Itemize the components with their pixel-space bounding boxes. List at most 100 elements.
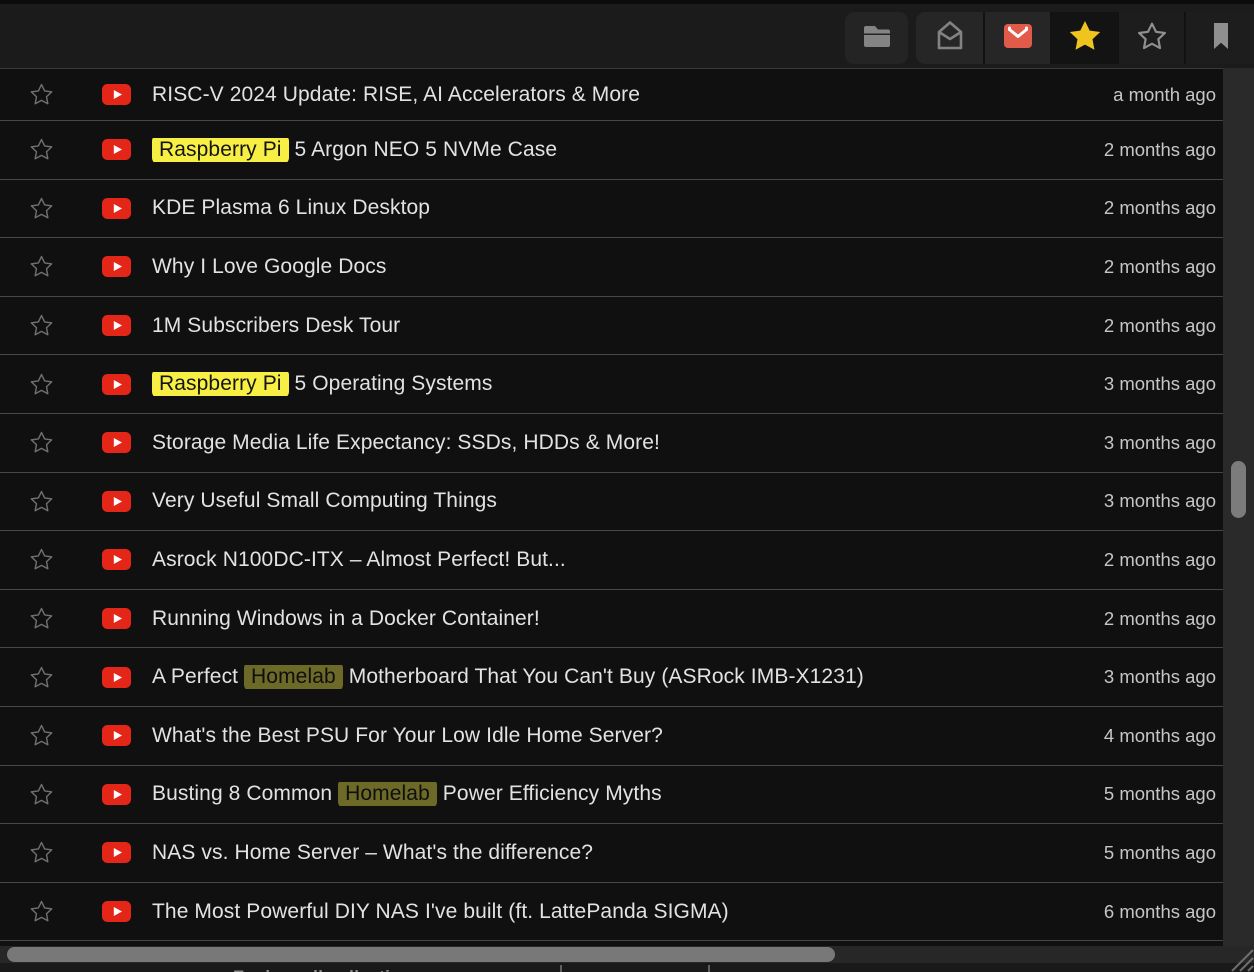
folder-filter-button[interactable] bbox=[845, 12, 908, 64]
youtube-icon bbox=[102, 84, 131, 105]
star-filled-icon bbox=[1066, 17, 1104, 60]
article-title: NAS vs. Home Server – What's the differe… bbox=[152, 841, 593, 865]
star-toggle-icon[interactable] bbox=[28, 195, 55, 222]
article-row[interactable]: A Perfect Homelab Motherboard That You C… bbox=[0, 648, 1223, 707]
explore-collections-link[interactable]: Explore all collections bbox=[233, 967, 422, 972]
article-timestamp: 3 months ago bbox=[1104, 490, 1223, 512]
filter-toolbar bbox=[0, 4, 1254, 68]
star-toggle-icon[interactable] bbox=[28, 781, 55, 808]
occluded-divider bbox=[708, 965, 710, 972]
article-title: 1M Subscribers Desk Tour bbox=[152, 314, 400, 338]
article-title: Busting 8 Common Homelab Power Efficienc… bbox=[152, 782, 662, 806]
feed-reader-window: RISC-V 2024 Update: RISE, AI Accelerator… bbox=[0, 0, 1254, 972]
horizontal-scrollbar-track[interactable] bbox=[0, 946, 1254, 963]
article-row[interactable]: Raspberry Pi 5 Operating Systems 3 month… bbox=[0, 355, 1223, 414]
article-title: Raspberry Pi 5 Operating Systems bbox=[152, 372, 493, 396]
unread-filter-button[interactable] bbox=[983, 12, 1050, 64]
article-timestamp: 5 months ago bbox=[1104, 783, 1223, 805]
youtube-icon bbox=[102, 725, 131, 746]
article-title: Asrock N100DC-ITX – Almost Perfect! But.… bbox=[152, 548, 566, 572]
unstarred-filter-button[interactable] bbox=[1117, 12, 1184, 64]
search-highlight-olive: Homelab bbox=[338, 782, 437, 806]
star-toggle-icon[interactable] bbox=[28, 898, 55, 925]
article-row[interactable]: Raspberry Pi 5 Argon NEO 5 NVMe Case 2 m… bbox=[0, 121, 1223, 180]
article-row[interactable]: 1M Subscribers Desk Tour 2 months ago bbox=[0, 297, 1223, 356]
star-toggle-icon[interactable] bbox=[28, 371, 55, 398]
title-text: Very Useful Small Computing Things bbox=[152, 489, 497, 512]
article-row[interactable]: Running Windows in a Docker Container! 2… bbox=[0, 590, 1223, 649]
occluded-divider bbox=[560, 965, 562, 972]
star-toggle-icon[interactable] bbox=[28, 664, 55, 691]
vertical-scrollbar-thumb[interactable] bbox=[1231, 461, 1246, 518]
title-text: Storage Media Life Expectancy: SSDs, HDD… bbox=[152, 431, 660, 454]
title-text: Motherboard That You Can't Buy (ASRock I… bbox=[343, 665, 864, 688]
youtube-icon bbox=[102, 256, 131, 277]
article-row[interactable]: Why I Love Google Docs 2 months ago bbox=[0, 238, 1223, 297]
star-toggle-icon[interactable] bbox=[28, 136, 55, 163]
saved-filter-button[interactable] bbox=[1184, 12, 1254, 64]
youtube-icon bbox=[102, 491, 131, 512]
article-row[interactable]: NAS vs. Home Server – What's the differe… bbox=[0, 824, 1223, 883]
title-text: KDE Plasma 6 Linux Desktop bbox=[152, 196, 430, 219]
search-highlight-yellow: Raspberry Pi bbox=[152, 372, 289, 396]
all-items-filter-button[interactable] bbox=[916, 12, 983, 64]
article-timestamp: 2 months ago bbox=[1104, 315, 1223, 337]
article-title: Why I Love Google Docs bbox=[152, 255, 386, 279]
article-timestamp: 2 months ago bbox=[1104, 197, 1223, 219]
title-text: Running Windows in a Docker Container! bbox=[152, 607, 540, 630]
article-timestamp: 3 months ago bbox=[1104, 666, 1223, 688]
starred-filter-button[interactable] bbox=[1050, 12, 1117, 64]
horizontal-scrollbar-thumb[interactable] bbox=[7, 947, 835, 962]
article-title: Storage Media Life Expectancy: SSDs, HDD… bbox=[152, 431, 660, 455]
youtube-icon bbox=[102, 549, 131, 570]
bookmark-icon bbox=[1203, 18, 1239, 59]
star-toggle-icon[interactable] bbox=[28, 253, 55, 280]
resize-grip-icon[interactable] bbox=[1222, 940, 1254, 972]
star-toggle-icon[interactable] bbox=[28, 81, 55, 108]
article-timestamp: 6 months ago bbox=[1104, 901, 1223, 923]
star-outline-icon bbox=[1134, 18, 1170, 59]
title-text: RISC-V 2024 Update: RISE, AI Accelerator… bbox=[152, 83, 640, 106]
star-toggle-icon[interactable] bbox=[28, 722, 55, 749]
article-title: Raspberry Pi 5 Argon NEO 5 NVMe Case bbox=[152, 138, 557, 162]
star-toggle-icon[interactable] bbox=[28, 488, 55, 515]
title-text: 5 Operating Systems bbox=[289, 372, 493, 395]
youtube-icon bbox=[102, 432, 131, 453]
youtube-icon bbox=[102, 901, 131, 922]
star-toggle-icon[interactable] bbox=[28, 546, 55, 573]
star-toggle-icon[interactable] bbox=[28, 839, 55, 866]
article-timestamp: 4 months ago bbox=[1104, 725, 1223, 747]
article-timestamp: 2 months ago bbox=[1104, 608, 1223, 630]
star-toggle-icon[interactable] bbox=[28, 429, 55, 456]
article-row[interactable]: Very Useful Small Computing Things 3 mon… bbox=[0, 473, 1223, 532]
article-timestamp: 3 months ago bbox=[1104, 432, 1223, 454]
title-text: Asrock N100DC-ITX – Almost Perfect! But.… bbox=[152, 548, 566, 571]
article-timestamp: 5 months ago bbox=[1104, 842, 1223, 864]
youtube-icon bbox=[102, 784, 131, 805]
star-toggle-icon[interactable] bbox=[28, 605, 55, 632]
title-text: The Most Powerful DIY NAS I've built (ft… bbox=[152, 900, 729, 923]
article-row[interactable]: Asrock N100DC-ITX – Almost Perfect! But.… bbox=[0, 531, 1223, 590]
article-title: Running Windows in a Docker Container! bbox=[152, 607, 540, 631]
title-text: NAS vs. Home Server – What's the differe… bbox=[152, 841, 593, 864]
occluded-page-content: Explore all collections bbox=[0, 963, 1254, 972]
article-row[interactable]: KDE Plasma 6 Linux Desktop 2 months ago bbox=[0, 180, 1223, 239]
star-toggle-icon[interactable] bbox=[28, 312, 55, 339]
article-title: KDE Plasma 6 Linux Desktop bbox=[152, 196, 430, 220]
article-row[interactable]: What's the Best PSU For Your Low Idle Ho… bbox=[0, 707, 1223, 766]
folder-icon bbox=[859, 19, 895, 58]
article-row[interactable]: Storage Media Life Expectancy: SSDs, HDD… bbox=[0, 414, 1223, 473]
article-title: What's the Best PSU For Your Low Idle Ho… bbox=[152, 724, 663, 748]
article-row[interactable]: The Most Powerful DIY NAS I've built (ft… bbox=[0, 883, 1223, 942]
article-timestamp: 2 months ago bbox=[1104, 139, 1223, 161]
article-row[interactable]: Busting 8 Common Homelab Power Efficienc… bbox=[0, 766, 1223, 825]
youtube-icon bbox=[102, 198, 131, 219]
title-text: A Perfect bbox=[152, 665, 244, 688]
article-list: RISC-V 2024 Update: RISE, AI Accelerator… bbox=[0, 68, 1223, 946]
scrollbar-gutter bbox=[1223, 68, 1254, 946]
unread-envelope-icon bbox=[1000, 18, 1036, 59]
article-title: The Most Powerful DIY NAS I've built (ft… bbox=[152, 900, 729, 924]
title-text: 1M Subscribers Desk Tour bbox=[152, 314, 400, 337]
article-row[interactable]: RISC-V 2024 Update: RISE, AI Accelerator… bbox=[0, 69, 1223, 121]
youtube-icon bbox=[102, 667, 131, 688]
